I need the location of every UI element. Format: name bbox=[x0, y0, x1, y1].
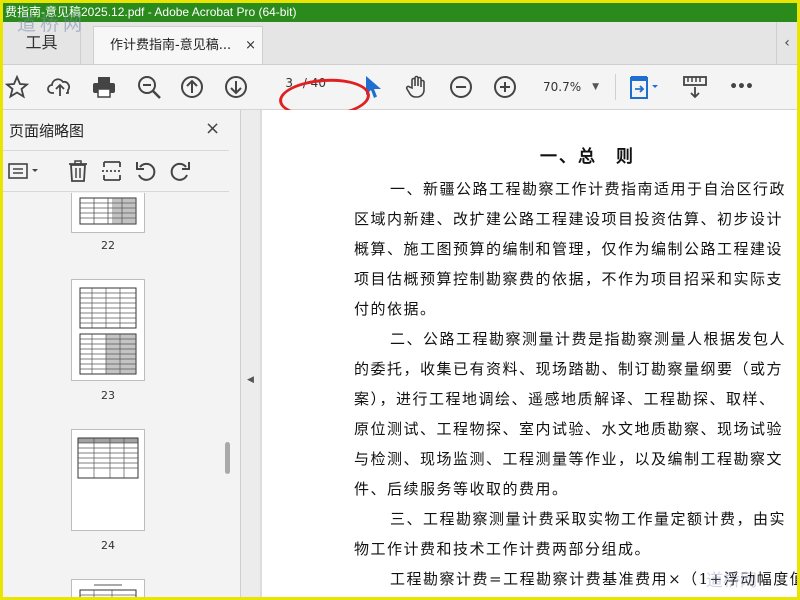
collapse-right-pane-icon[interactable]: ‹ bbox=[776, 22, 797, 64]
tab-document[interactable]: 作计费指南-意见稿... × bbox=[93, 26, 263, 64]
split-pages-icon[interactable] bbox=[99, 159, 125, 183]
scrollbar-thumb[interactable] bbox=[225, 442, 230, 474]
page-thumbnail[interactable] bbox=[71, 193, 145, 233]
document-text-line: 物工作计费和技术工作计费两部分组成。 bbox=[354, 540, 652, 558]
document-text-line: 件、后续服务等收取的费用。 bbox=[354, 480, 569, 498]
print-icon[interactable] bbox=[90, 73, 118, 101]
app-window: 费指南-意见稿2025.12.pdf - Adobe Acrobat Pro (… bbox=[0, 0, 800, 600]
document-text-line: 的委托，收集已有资料、现场踏勘、制订勘察量纲要（或方 bbox=[354, 360, 784, 378]
section-heading: 一、总 则 bbox=[540, 147, 635, 167]
document-text-line: 原位测试、工程物探、室内试验、水文地质勘察、现场试验 bbox=[354, 420, 784, 438]
document-text-line: 一、新疆公路工程勘察工作计费指南适用于自治区行政 bbox=[390, 180, 787, 198]
options-menu-icon[interactable] bbox=[7, 159, 43, 183]
page-thumbnail[interactable] bbox=[71, 429, 145, 531]
next-page-icon[interactable] bbox=[222, 73, 250, 101]
thumbnail-label: 24 bbox=[101, 539, 115, 552]
zoom-out-icon[interactable] bbox=[447, 73, 475, 101]
page-thumbnail[interactable] bbox=[71, 279, 145, 381]
collapse-panel-icon[interactable]: ◀ bbox=[247, 375, 254, 385]
close-panel-icon[interactable]: × bbox=[205, 118, 220, 139]
thumbnail-label: 22 bbox=[101, 239, 115, 252]
watermark: 道桥网 bbox=[17, 13, 87, 35]
tab-bar: 工具 作计费指南-意见稿... × ‹ bbox=[3, 22, 797, 65]
document-text-line: 案），进行工程地调绘、遥感地质解译、工程勘探、取样、 bbox=[354, 390, 776, 408]
zoom-dropdown[interactable]: 70.7% ▼ bbox=[533, 77, 601, 97]
chevron-down-icon: ▼ bbox=[592, 82, 599, 92]
document-view[interactable]: 一、总 则 一、新疆公路工程勘察工作计费指南适用于自治区行政区域内新建、改扩建公… bbox=[260, 110, 797, 597]
upload-cloud-icon[interactable] bbox=[46, 73, 74, 101]
rotate-left-icon[interactable] bbox=[133, 159, 159, 183]
page-thumbnail[interactable] bbox=[71, 579, 145, 597]
title-bar: 费指南-意见稿2025.12.pdf - Adobe Acrobat Pro (… bbox=[3, 3, 797, 22]
pdf-page: 一、总 则 一、新疆公路工程勘察工作计费指南适用于自治区行政区域内新建、改扩建公… bbox=[262, 110, 797, 597]
panel-splitter[interactable]: ◀ bbox=[241, 110, 259, 597]
more-options-icon[interactable]: ••• bbox=[727, 73, 755, 101]
scroll-mode-icon[interactable] bbox=[681, 73, 709, 101]
zoom-out-magnifier-icon[interactable] bbox=[135, 73, 163, 101]
rotate-right-icon[interactable] bbox=[167, 159, 193, 183]
trash-icon[interactable] bbox=[65, 159, 91, 183]
zoom-in-icon[interactable] bbox=[491, 73, 519, 101]
document-text-line: 三、工程勘察测量计费采取实物工作量定额计费，由实 bbox=[390, 510, 787, 528]
page-thumbnails-panel: 页面缩略图 × 22 23 24 bbox=[3, 110, 241, 597]
document-text-line: 付的依据。 bbox=[354, 300, 437, 318]
bookmark-star-icon[interactable] bbox=[3, 73, 31, 101]
document-text-line: 区域内新建、改扩建公路工程建设项目投资估算、初步设计 bbox=[354, 210, 784, 228]
close-tab-icon[interactable]: × bbox=[245, 27, 256, 65]
document-text-line: 概算、施工图预算的编制和管理，仅作为编制公路工程建设 bbox=[354, 240, 784, 258]
panel-title: 页面缩略图 bbox=[9, 122, 85, 140]
document-text-line: 与检测、现场监测、工程测量等作业，以及编制工程勘察文 bbox=[354, 450, 784, 468]
fit-page-icon[interactable] bbox=[627, 73, 663, 101]
previous-page-icon[interactable] bbox=[178, 73, 206, 101]
thumbnail-list: 22 23 24 bbox=[3, 193, 223, 597]
hand-tool-icon[interactable] bbox=[403, 73, 431, 101]
thumbnail-scrollbar[interactable] bbox=[225, 194, 231, 594]
zoom-value: 70.7% bbox=[543, 80, 582, 94]
tab-document-label: 作计费指南-意见稿... bbox=[110, 38, 232, 53]
panel-toolbar bbox=[3, 150, 229, 192]
document-text-line: 二、公路工程勘察测量计费是指勘察测量人根据发包人 bbox=[390, 330, 787, 348]
document-text-line: 项目估概预算控制勘察费的依据，不作为项目招采和实际支 bbox=[354, 270, 784, 288]
toolbar-divider bbox=[615, 74, 616, 100]
main-toolbar: 3 / 40 70.7% ▼ ••• bbox=[3, 65, 797, 110]
watermark-bottom: 道桥网 bbox=[706, 571, 757, 591]
thumbnail-label: 23 bbox=[101, 389, 115, 402]
